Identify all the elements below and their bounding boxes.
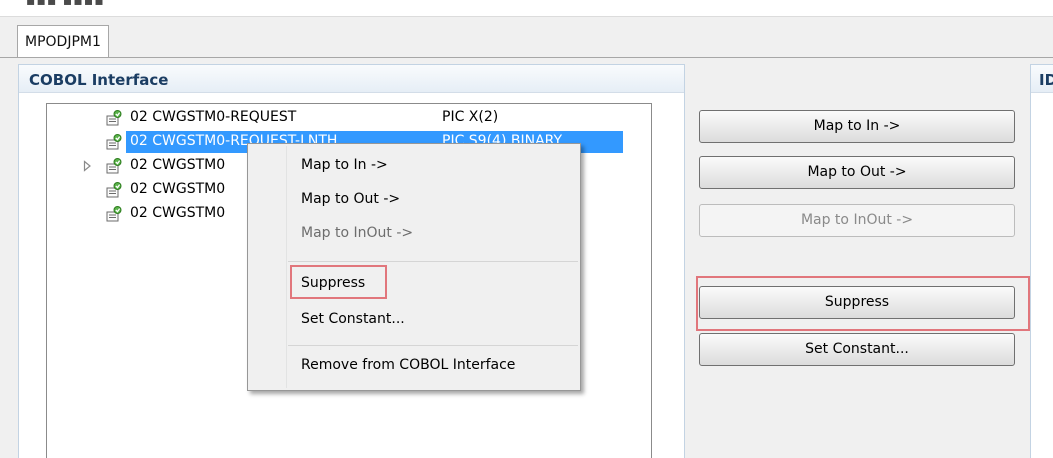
tree-row-type: PIC X(2) [442, 109, 499, 125]
map-to-in-button[interactable]: Map to In -> [699, 110, 1015, 143]
cobol-field-icon [106, 158, 122, 174]
header-strip: ▪▪▪ ▪▪▪▪ [0, 0, 1053, 16]
tab-bar-border [0, 57, 1053, 58]
menu-item-map-to-inout[interactable]: Map to InOut -> [301, 225, 413, 241]
map-to-inout-button[interactable]: Map to InOut -> [699, 204, 1015, 237]
cobol-field-icon [106, 206, 122, 222]
section-header: COBOL Interface [19, 65, 684, 93]
tree-row-name: 02 CWGSTM0 [130, 181, 226, 197]
cobol-field-icon [106, 182, 122, 198]
tree-row[interactable]: 02 CWGSTM0-REQUEST PIC X(2) [47, 106, 651, 130]
menu-separator [288, 261, 578, 262]
menu-item-map-to-out[interactable]: Map to Out -> [301, 191, 400, 207]
clipped-header-text: ▪▪▪ ▪▪▪▪ [26, 0, 105, 9]
suppress-button[interactable]: Suppress [699, 286, 1015, 319]
idl-interface-section: ID [1030, 64, 1053, 458]
tree-row-name: 02 CWGSTM0-REQUEST [130, 109, 297, 125]
map-to-out-button[interactable]: Map to Out -> [699, 156, 1015, 189]
menu-item-set-constant[interactable]: Set Constant... [301, 311, 405, 327]
section-title: COBOL Interface [29, 71, 169, 89]
menu-separator [288, 345, 578, 346]
section-title: ID [1039, 71, 1053, 89]
set-constant-button[interactable]: Set Constant... [699, 333, 1015, 366]
menu-item-remove-from-cobol-interface[interactable]: Remove from COBOL Interface [301, 357, 515, 373]
suppress-menu-callout [290, 265, 387, 299]
section-header: ID [1031, 65, 1053, 93]
tab-mpodjpm1[interactable]: MPODJPM1 [17, 25, 109, 58]
tree-expand-icon[interactable] [83, 160, 92, 172]
menu-item-map-to-in[interactable]: Map to In -> [301, 157, 388, 173]
cobol-field-icon [106, 110, 122, 126]
tree-row-name: 02 CWGSTM0 [130, 205, 226, 221]
cobol-field-icon [106, 134, 122, 150]
tree-row-name: 02 CWGSTM0 [130, 157, 226, 173]
menu-icon-gutter [286, 146, 287, 388]
